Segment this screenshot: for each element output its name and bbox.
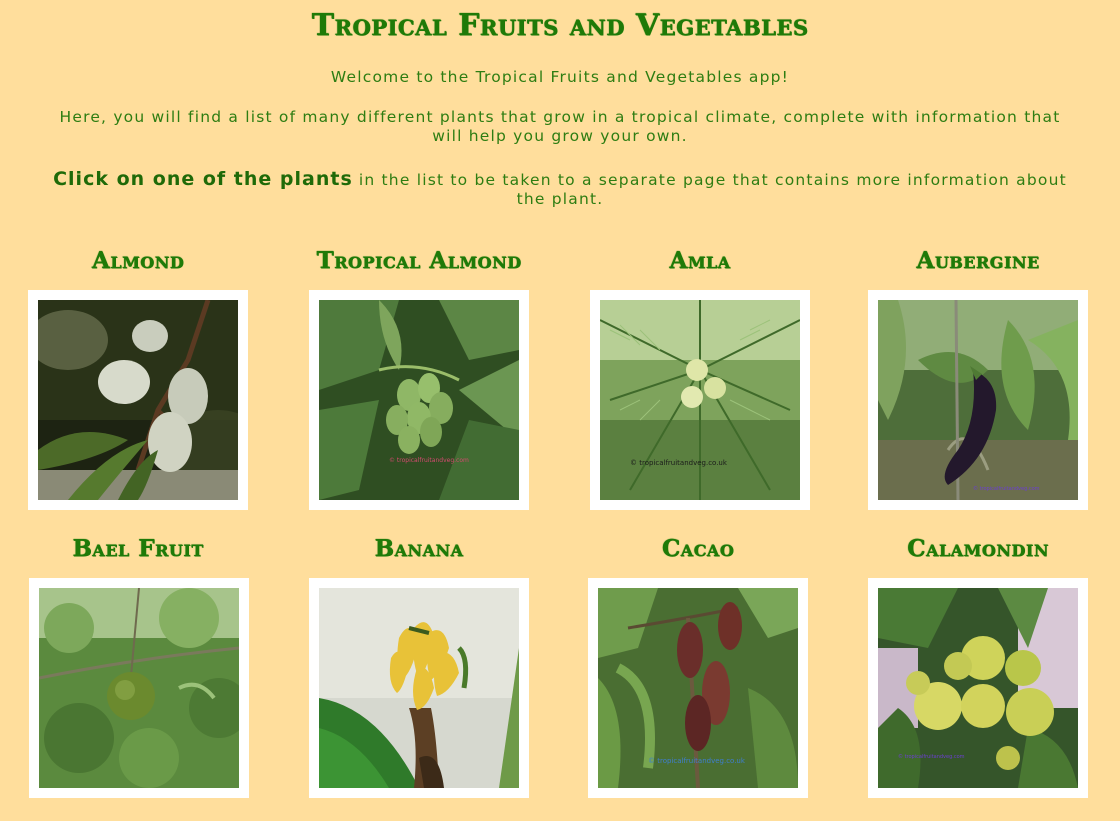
plant-name[interactable]: Aubergine (838, 246, 1118, 276)
banana-photo[interactable] (319, 588, 519, 788)
amla-photo[interactable]: © tropicalfruitandveg.co.uk (600, 300, 800, 500)
welcome-text: Welcome to the Tropical Fruits and Veget… (330, 68, 790, 86)
plant-name[interactable]: Calamondin (838, 534, 1118, 564)
plant-card-tropical-almond[interactable]: Tropical Almond © tropicalfruitandveg.co… (279, 246, 559, 510)
plant-name[interactable]: Cacao (558, 534, 838, 564)
plant-card-banana[interactable]: Banana (279, 534, 559, 798)
plant-name[interactable]: Bael Fruit (0, 534, 278, 564)
plant-card-bael-fruit[interactable]: Bael Fruit (0, 534, 278, 798)
plant-photo-frame[interactable] (28, 290, 248, 510)
tropical-almond-photo[interactable]: © tropicalfruitandveg.com (319, 300, 519, 500)
page-title: Tropical Fruits and Vegetables (311, 8, 809, 43)
bael-fruit-photo[interactable] (39, 588, 239, 788)
description-text: Here, you will find a list of many diffe… (59, 108, 1061, 145)
plant-photo-frame[interactable] (29, 578, 249, 798)
plant-card-cacao[interactable]: Cacao © tropicalfruitandveg.co.uk (558, 534, 838, 798)
plant-name[interactable]: Almond (0, 246, 278, 276)
plant-photo-frame[interactable]: © tropicalfruitandveg.co.uk (588, 578, 808, 798)
plant-photo-frame[interactable]: © tropicalfruitandveg.com (309, 290, 529, 510)
photo-watermark: © tropicalfruitandveg.com (898, 753, 965, 760)
plant-photo-frame[interactable]: © tropicalfruitandveg.co.uk (590, 290, 810, 510)
almond-photo[interactable] (38, 300, 238, 500)
plant-photo-frame[interactable]: © tropicalfruitandveg.com (868, 290, 1088, 510)
plant-card-amla[interactable]: Amla © tropicalfruitandveg.co.uk (560, 246, 840, 510)
plant-card-almond[interactable]: Almond (0, 246, 278, 510)
plant-photo-frame[interactable]: © tropicalfruitandveg.com (868, 578, 1088, 798)
instruction-rest: in the list to be taken to a separate pa… (352, 171, 1067, 208)
plant-name[interactable]: Amla (560, 246, 840, 276)
photo-watermark: © tropicalfruitandveg.co.uk (648, 757, 746, 765)
plant-photo-frame[interactable] (309, 578, 529, 798)
plant-name[interactable]: Banana (279, 534, 559, 564)
plant-card-aubergine[interactable]: Aubergine © tropicalfruitandveg.com (838, 246, 1118, 510)
photo-watermark: © tropicalfruitandveg.co.uk (630, 459, 728, 467)
calamondin-photo[interactable]: © tropicalfruitandveg.com (878, 588, 1078, 788)
instruction-emphasis: Click on one of the plants (53, 168, 353, 190)
plant-name[interactable]: Tropical Almond (279, 246, 559, 276)
plant-card-calamondin[interactable]: Calamondin © tropicalfruitandveg.com (838, 534, 1118, 798)
aubergine-photo[interactable]: © tropicalfruitandveg.com (878, 300, 1078, 500)
cacao-photo[interactable]: © tropicalfruitandveg.co.uk (598, 588, 798, 788)
photo-watermark: © tropicalfruitandveg.com (973, 485, 1040, 492)
photo-watermark: © tropicalfruitandveg.com (389, 457, 469, 464)
instruction-text: Click on one of the plants in the list t… (50, 170, 1070, 209)
